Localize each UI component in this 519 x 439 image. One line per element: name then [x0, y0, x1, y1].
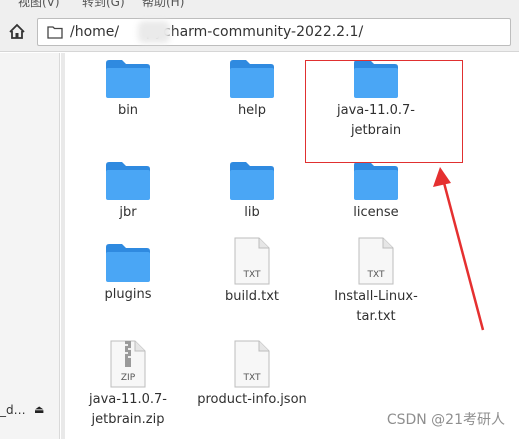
menu-view[interactable]: 视图(V)	[18, 0, 60, 10]
file-label: license	[353, 205, 399, 220]
file-label: plugins	[104, 287, 152, 302]
address-bar[interactable]: /home/ pycharm-community-2022.2.1/	[37, 18, 511, 46]
svg-text:TXT: TXT	[242, 270, 261, 280]
file-label: jbr	[119, 205, 137, 220]
file-item-java-jetbrain-zip[interactable]: ZIP java-11.0.7- jetbrain.zip	[73, 340, 183, 430]
file-label: build.txt	[225, 289, 279, 304]
file-label: help	[237, 103, 267, 118]
home-icon	[9, 23, 25, 39]
toolbar: /home/ pycharm-community-2022.2.1/	[0, 12, 519, 52]
folder-icon	[354, 162, 398, 200]
text-file-icon: TXT	[234, 237, 270, 285]
file-item-install-linux-tar[interactable]: TXT Install-Linux- tar.txt	[321, 237, 431, 327]
file-label-line2: jetbrain.zip	[91, 412, 165, 427]
red-arrow-annotation	[433, 167, 485, 331]
eject-icon[interactable]: ⏏	[34, 403, 44, 416]
home-button[interactable]	[7, 22, 27, 42]
redacted-region	[138, 21, 170, 43]
text-file-icon: TXT	[234, 340, 270, 388]
file-item-product-info-json[interactable]: TXT product-info.json	[197, 340, 307, 410]
file-label-line2: tar.txt	[356, 309, 396, 324]
folder-icon	[106, 162, 150, 200]
file-label-line1: Install-Linux-	[334, 289, 418, 304]
file-item-lib[interactable]: lib	[197, 161, 307, 223]
folder-icon	[230, 60, 274, 98]
zip-file-icon: ZIP	[110, 340, 146, 388]
watermark: CSDN @21考研人	[386, 412, 505, 428]
file-label: product-info.json	[197, 392, 307, 407]
text-file-icon: TXT	[358, 237, 394, 285]
menu-help[interactable]: 帮助(H)	[142, 0, 184, 10]
file-item-jbr[interactable]: jbr	[73, 161, 183, 223]
file-item-build-txt[interactable]: TXT build.txt	[197, 237, 307, 307]
file-label: bin	[117, 103, 139, 118]
sidebar-item-mounted[interactable]: _d…	[0, 403, 26, 417]
menu-bar: 视图(V) 转到(G) 帮助(H)	[0, 0, 519, 12]
folder-icon	[47, 26, 63, 39]
menu-go[interactable]: 转到(G)	[82, 0, 125, 10]
sidebar: _d… ⏏	[0, 53, 60, 439]
file-label: java-11.0.7- jetbrain.zip	[73, 390, 183, 430]
svg-text:TXT: TXT	[242, 373, 261, 383]
file-item-plugins[interactable]: plugins	[73, 243, 183, 305]
folder-icon	[230, 162, 274, 200]
svg-text:TXT: TXT	[366, 270, 385, 280]
file-item-help[interactable]: help	[197, 59, 307, 121]
svg-text:ZIP: ZIP	[121, 373, 136, 383]
folder-icon	[106, 60, 150, 98]
highlight-box	[305, 60, 463, 163]
folder-icon	[106, 244, 150, 282]
file-label: lib	[244, 205, 260, 220]
file-label-line1: java-11.0.7-	[89, 392, 167, 407]
file-label: Install-Linux- tar.txt	[321, 287, 431, 327]
file-item-bin[interactable]: bin	[73, 59, 183, 121]
file-item-license[interactable]: license	[321, 161, 431, 223]
address-path[interactable]: /home/ pycharm-community-2022.2.1/	[70, 24, 363, 40]
